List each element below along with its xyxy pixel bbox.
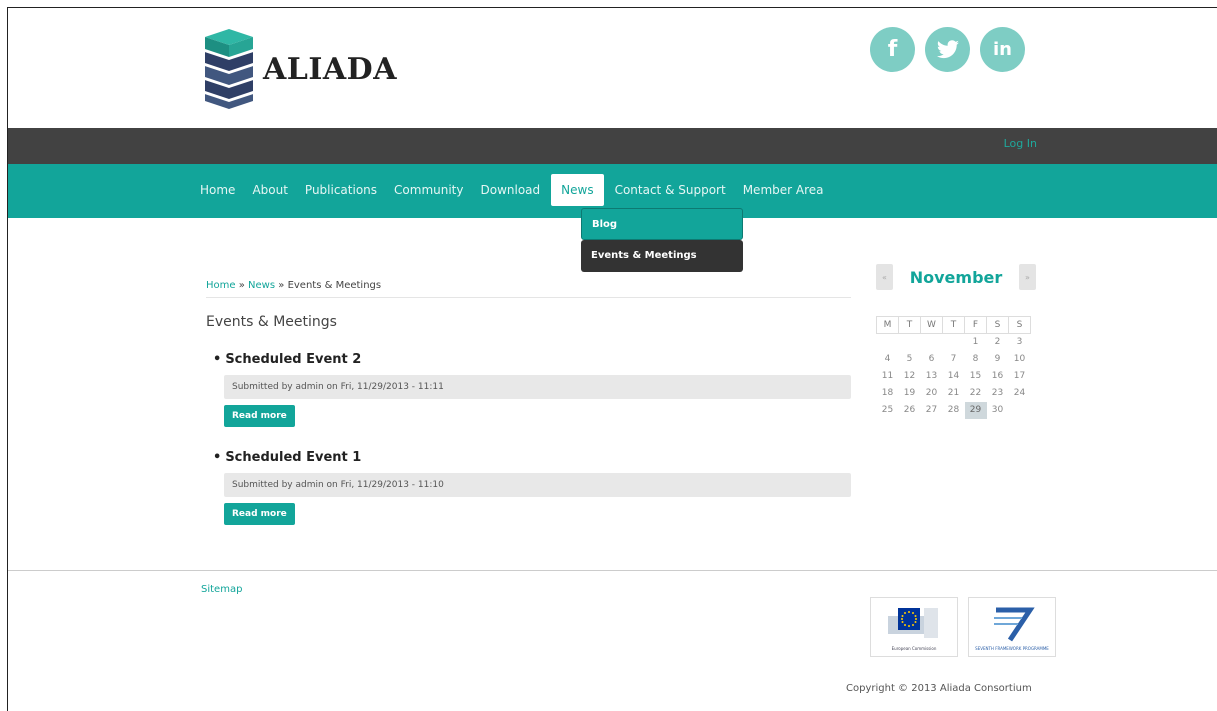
breadcrumb-current: Events & Meetings	[287, 280, 382, 291]
nav-item-member-area[interactable]: Member Area	[737, 174, 830, 206]
calendar-next-button[interactable]: »	[1019, 264, 1036, 290]
calendar-day[interactable]: 5	[899, 351, 921, 368]
european-commission-logo: European Commission	[870, 597, 958, 657]
calendar-day[interactable]: 24	[1009, 385, 1031, 402]
facebook-icon[interactable]: f	[870, 27, 915, 72]
breadcrumb: Home » News » Events & Meetings	[206, 280, 851, 298]
login-link[interactable]: Log In	[1004, 137, 1037, 150]
calendar-day[interactable]: 29	[964, 401, 987, 419]
event-submitted-info: Submitted by admin on Fri, 11/29/2013 - …	[224, 473, 851, 497]
sitemap-link[interactable]: Sitemap	[201, 584, 242, 595]
nav-item-news[interactable]: News	[551, 174, 604, 206]
badge-caption: SEVENTH FRAMEWORK PROGRAMME	[975, 645, 1049, 651]
footer-divider	[8, 570, 1217, 571]
news-dropdown-menu: Blog Events & Meetings	[581, 208, 743, 272]
calendar-day	[1009, 402, 1031, 419]
calendar-weekday: S	[986, 316, 1009, 334]
site-logo[interactable]: ALIADA	[201, 27, 397, 111]
nav-item-community[interactable]: Community	[388, 174, 469, 206]
calendar-grid: M T W T F S S 1 2 3 4 5 6 7 8 9 10 11 12 13 14 15 16 17 18 19 20 21…	[876, 316, 1031, 419]
calendar-day[interactable]: 13	[921, 368, 943, 385]
calendar-day	[921, 334, 943, 351]
calendar-day[interactable]: 17	[1009, 368, 1031, 385]
seventh-framework-programme-logo: SEVENTH FRAMEWORK PROGRAMME	[968, 597, 1056, 657]
calendar-day[interactable]: 21	[943, 385, 965, 402]
event-item: • Scheduled Event 2 Submitted by admin on…	[213, 352, 853, 427]
calendar-day[interactable]: 10	[1009, 351, 1031, 368]
calendar-weekday: W	[920, 316, 943, 334]
funding-logos: European Commission SEVENTH FRAMEWORK PR…	[870, 597, 1056, 657]
calendar-day[interactable]: 19	[899, 385, 921, 402]
calendar-day[interactable]: 9	[987, 351, 1009, 368]
calendar-day[interactable]: 23	[987, 385, 1009, 402]
nav-item-home[interactable]: Home	[194, 174, 241, 206]
calendar-day[interactable]: 7	[943, 351, 965, 368]
calendar-day[interactable]: 26	[899, 402, 921, 419]
calendar-day[interactable]: 28	[943, 402, 965, 419]
calendar-month: November	[909, 267, 1003, 287]
calendar-day	[877, 334, 899, 351]
calendar-day[interactable]: 6	[921, 351, 943, 368]
event-item: • Scheduled Event 1 Submitted by admin on…	[213, 450, 853, 525]
breadcrumb-home[interactable]: Home	[206, 280, 236, 291]
site-name: ALIADA	[263, 51, 397, 87]
copyright-text: Copyright © 2013 Aliada Consortium	[846, 683, 1032, 694]
calendar-day	[899, 334, 921, 351]
calendar-day[interactable]: 8	[965, 351, 987, 368]
calendar-day[interactable]: 15	[965, 368, 987, 385]
calendar-day[interactable]: 18	[877, 385, 899, 402]
nav-item-contact-support[interactable]: Contact & Support	[609, 174, 732, 206]
calendar-day[interactable]: 11	[877, 368, 899, 385]
aliada-logo-icon	[204, 29, 254, 109]
page-frame: ALIADA f in Log In Home About Publications…	[7, 7, 1217, 711]
dropdown-item-blog[interactable]: Blog	[581, 208, 743, 240]
calendar-day[interactable]: 12	[899, 368, 921, 385]
calendar-day[interactable]: 30	[987, 402, 1009, 419]
nav-item-about[interactable]: About	[246, 174, 293, 206]
calendar-weekday: M	[876, 316, 899, 334]
calendar-widget: « November » M T W T F S S 1 2 3 4 5 6 7 8 9 10 11 12 13 14 1…	[876, 264, 1036, 419]
read-more-button[interactable]: Read more	[224, 405, 295, 427]
dropdown-item-events-meetings[interactable]: Events & Meetings	[581, 240, 743, 272]
event-title[interactable]: • Scheduled Event 1	[213, 450, 853, 465]
fp7-icon	[994, 607, 1035, 641]
calendar-day[interactable]: 25	[877, 402, 899, 419]
twitter-icon[interactable]	[925, 27, 970, 72]
eu-flag-icon	[888, 607, 938, 638]
badge-caption: European Commission	[891, 645, 937, 651]
calendar-weekday: T	[942, 316, 965, 334]
calendar-day[interactable]: 2	[987, 334, 1009, 351]
calendar-day[interactable]: 22	[965, 385, 987, 402]
calendar-weekday: F	[964, 316, 987, 334]
calendar-day[interactable]: 4	[877, 351, 899, 368]
social-links: f in	[870, 27, 1025, 72]
top-bar: Log In	[8, 128, 1217, 164]
calendar-day[interactable]: 14	[943, 368, 965, 385]
calendar-prev-button[interactable]: «	[876, 264, 893, 290]
calendar-day[interactable]: 16	[987, 368, 1009, 385]
breadcrumb-separator: »	[278, 280, 285, 291]
calendar-day[interactable]: 1	[965, 334, 987, 351]
linkedin-icon[interactable]: in	[980, 27, 1025, 72]
calendar-weekday: S	[1008, 316, 1031, 334]
event-title[interactable]: • Scheduled Event 2	[213, 352, 853, 367]
page-title: Events & Meetings	[206, 314, 337, 330]
nav-item-publications[interactable]: Publications	[299, 174, 383, 206]
nav-item-download[interactable]: Download	[474, 174, 546, 206]
calendar-day[interactable]: 20	[921, 385, 943, 402]
breadcrumb-separator: »	[238, 280, 245, 291]
calendar-day[interactable]: 27	[921, 402, 943, 419]
event-submitted-info: Submitted by admin on Fri, 11/29/2013 - …	[224, 375, 851, 399]
breadcrumb-news[interactable]: News	[248, 280, 275, 291]
calendar-day	[943, 334, 965, 351]
calendar-day[interactable]: 3	[1009, 334, 1031, 351]
read-more-button[interactable]: Read more	[224, 503, 295, 525]
calendar-weekday: T	[898, 316, 921, 334]
